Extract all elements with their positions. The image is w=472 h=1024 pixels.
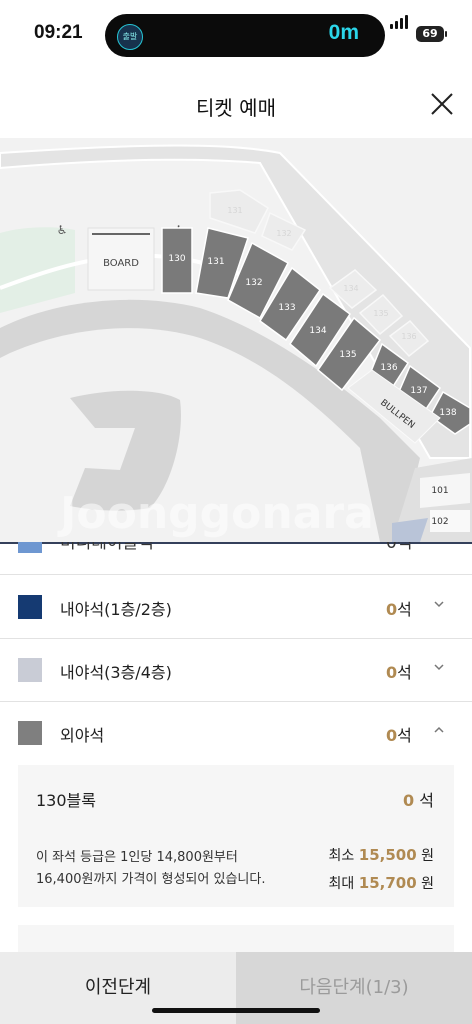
block-detail-card[interactable]: 130블록 0 석 이 좌석 등급은 1인당 14,800원부터 16,400원… xyxy=(18,765,454,907)
color-swatch xyxy=(18,721,42,745)
stadium-seat-map[interactable]: Joonggonara BOARD ♿ ♿ 131 132 134 135 13… xyxy=(0,138,472,542)
next-step-button[interactable]: 다음단계(1/3) xyxy=(236,952,472,1024)
block-label: 130 xyxy=(168,254,185,264)
seat-grade-name: 내야석(3층/4층) xyxy=(60,663,172,682)
block-name: 130블록 xyxy=(36,791,96,810)
chevron-down-icon[interactable] xyxy=(432,660,446,674)
page-title: 티켓 예매 xyxy=(196,96,276,120)
block-label: 135 xyxy=(339,350,356,360)
seat-grade-count: 0석 xyxy=(386,726,412,745)
seat-grade-row[interactable]: 내야석(3층/4층) 0석 xyxy=(0,638,472,702)
close-icon[interactable] xyxy=(428,90,456,118)
max-price: 최대 15,700 원 xyxy=(328,874,434,892)
block-label-faded: 135 xyxy=(373,309,388,318)
page-header: 티켓 예매 xyxy=(0,72,472,136)
block-label: 133 xyxy=(278,303,295,313)
min-price: 최소 15,500 원 xyxy=(328,846,434,864)
block-label: 138 xyxy=(439,408,456,418)
description-line: 16,400원까지 가격이 형성되어 있습니다. xyxy=(36,872,266,887)
seat-grade-row[interactable]: 내야석(1층/2층) 0석 xyxy=(0,575,472,639)
block-label-101: 101 xyxy=(431,486,448,496)
chevron-down-icon[interactable] xyxy=(432,597,446,611)
block-label-faded: 136 xyxy=(401,332,416,341)
seat-grade-count: 0석 xyxy=(386,663,412,682)
block-label-102: 102 xyxy=(431,517,448,527)
block-label-faded: 132 xyxy=(276,229,291,238)
board-label: BOARD xyxy=(103,258,139,269)
chevron-up-icon[interactable] xyxy=(432,723,446,737)
dynamic-island[interactable]: 출발 0m xyxy=(105,14,385,57)
description-line: 이 좌석 등급은 1인당 14,800원부터 xyxy=(36,850,238,865)
seat-grade-name: 외야석 xyxy=(60,726,105,745)
seat-grade-name: 미니테이블석 xyxy=(60,542,154,553)
block-label: 131 xyxy=(207,257,224,267)
seat-grade-count: 0석 xyxy=(386,600,412,619)
color-swatch xyxy=(18,542,42,553)
color-swatch xyxy=(18,658,42,682)
block-label: 132 xyxy=(245,278,262,288)
price-description: 이 좌석 등급은 1인당 14,800원부터 16,400원까지 가격이 형성되… xyxy=(36,847,306,891)
legend-row-partial[interactable]: 미니테이블석 0석 xyxy=(0,542,472,575)
seat-grade-count: 0석 xyxy=(386,542,413,553)
watermark-text: Joonggonara xyxy=(57,488,374,539)
block-detail-card-next[interactable] xyxy=(18,925,454,955)
block-label-faded: 134 xyxy=(343,284,358,293)
block-label-faded: 131 xyxy=(227,206,242,215)
island-distance: 0m xyxy=(328,21,359,44)
footer-actions: 이전단계 다음단계(1/3) xyxy=(0,952,472,1024)
block-label: 134 xyxy=(309,326,326,336)
block-label: 136 xyxy=(380,363,397,373)
status-time: 09:21 xyxy=(34,22,83,43)
status-bar: 09:21 출발 0m 69 xyxy=(0,0,472,70)
seat-grade-name: 내야석(1층/2층) xyxy=(60,600,172,619)
field-area xyxy=(0,227,75,313)
battery-icon: 69 xyxy=(416,26,447,42)
block-seat-count: 0 석 xyxy=(403,791,434,810)
wheelchair-icon: ♿ xyxy=(57,223,68,237)
home-indicator xyxy=(152,1008,320,1013)
color-swatch xyxy=(18,595,42,619)
navigation-badge-icon: 출발 xyxy=(117,24,143,50)
seat-map-canvas[interactable]: Joonggonara BOARD ♿ ♿ 131 132 134 135 13… xyxy=(0,138,472,542)
seat-grade-row-expanded[interactable]: 외야석 0석 xyxy=(0,701,472,764)
prev-step-button[interactable]: 이전단계 xyxy=(0,952,236,1024)
block-label: 137 xyxy=(410,386,427,396)
